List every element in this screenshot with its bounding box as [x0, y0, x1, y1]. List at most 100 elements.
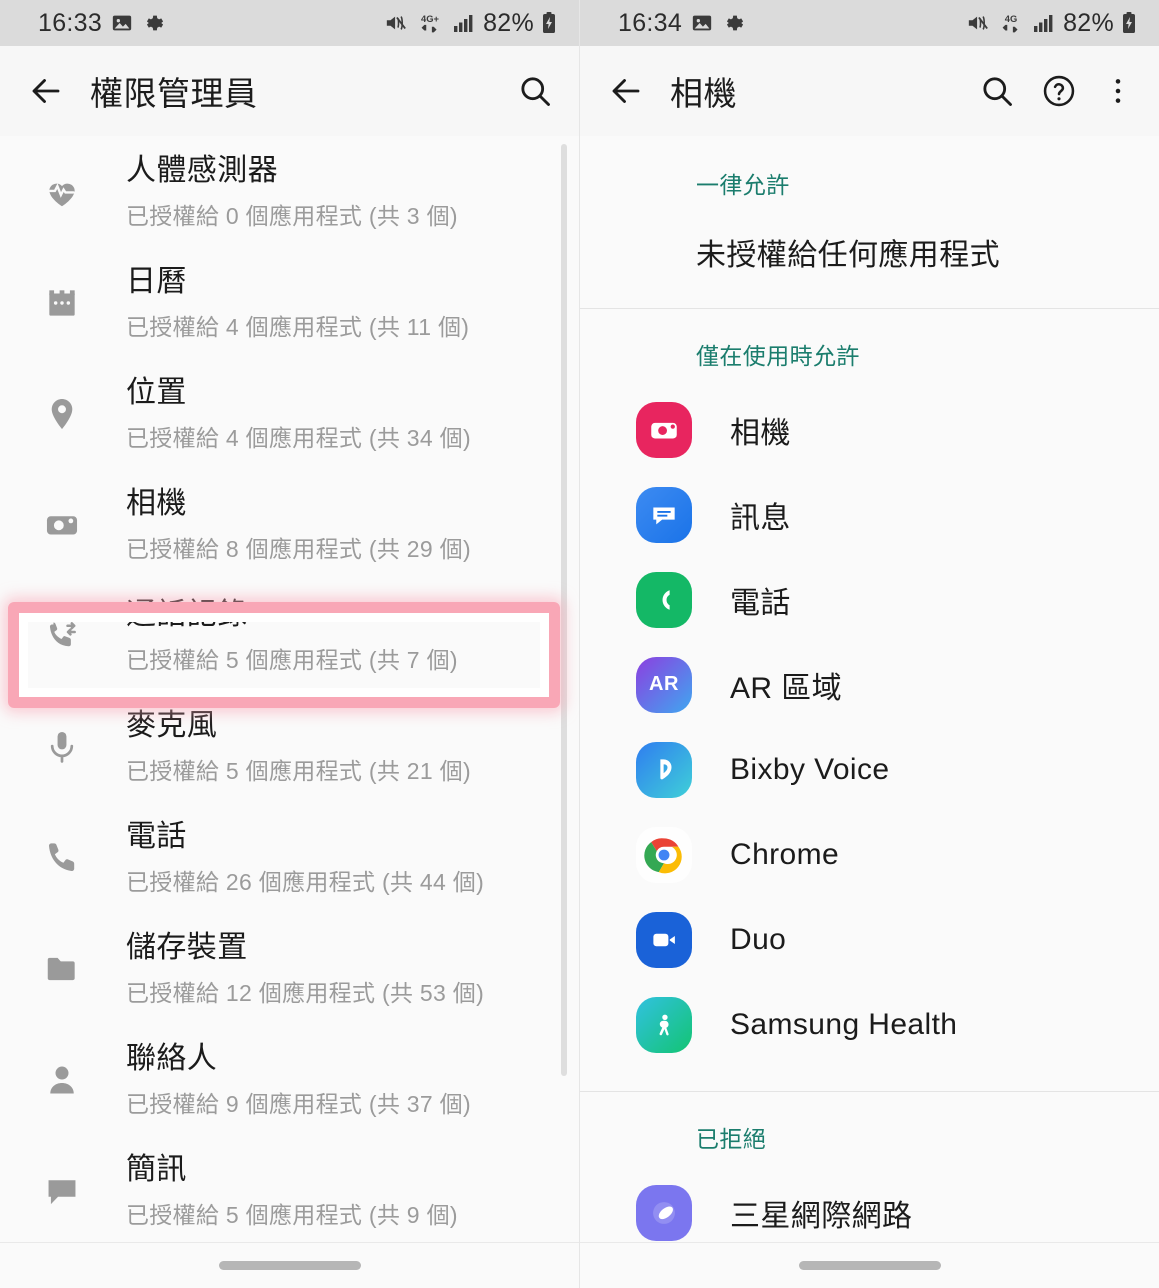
app-name: Samsung Health [730, 1007, 958, 1041]
gesture-home-bar[interactable] [218, 1261, 361, 1270]
left-status-bar: 16:33 4G+ 82% [0, 0, 579, 46]
app-name: 三星網際網路 [730, 1199, 913, 1233]
app-row[interactable]: Duo [580, 897, 1159, 982]
app-name: 訊息 [730, 501, 791, 535]
phone-icon [34, 839, 90, 877]
app-name: Chrome [730, 837, 840, 871]
data-transfer-icon: 4G [997, 11, 1025, 35]
status-bar-clock: 16:34 [618, 8, 683, 37]
left-app-bar: 權限管理員 [0, 46, 579, 136]
section-header-label: 僅在使用時允許 [696, 343, 860, 369]
permission-title: 儲存裝置 [126, 931, 248, 965]
back-arrow-icon[interactable] [28, 73, 64, 109]
location-pin-icon [34, 395, 90, 433]
search-icon[interactable] [979, 73, 1015, 109]
right-screen: 16:34 4G 82% 相機 一律允許 未授權給任何應用程式 僅在使用時允許 … [580, 0, 1159, 1288]
permission-text-block: 電話 已授權給 26 個應用程式 (共 44 個) [126, 818, 484, 897]
permission-row-contacts[interactable]: 聯絡人 已授權給 9 個應用程式 (共 37 個) [0, 1024, 579, 1135]
mute-icon [966, 12, 990, 34]
chrome-icon [636, 826, 692, 883]
permission-row-body-sensors[interactable]: 人體感測器 已授權給 0 個應用程式 (共 3 個) [0, 136, 579, 247]
permission-text-block: 位置 已授權給 4 個應用程式 (共 34 個) [126, 374, 471, 453]
samsung-camera-icon [636, 401, 692, 458]
permission-title: 簡訊 [126, 1153, 187, 1187]
google-duo-icon [636, 911, 692, 968]
permission-title: 通話記錄 [126, 598, 248, 632]
permission-row-calendar[interactable]: 日曆 已授權給 4 個應用程式 (共 11 個) [0, 247, 579, 358]
gear-icon [722, 12, 744, 34]
section-empty-text: 未授權給任何應用程式 [696, 239, 1000, 272]
permission-title: 相機 [126, 487, 187, 521]
permission-row-sms[interactable]: 簡訊 已授權給 5 個應用程式 (共 9 個) [0, 1135, 579, 1246]
help-circle-icon[interactable] [1041, 73, 1077, 109]
permission-text-block: 儲存裝置 已授權給 12 個應用程式 (共 53 個) [126, 929, 484, 1008]
status-bar-left-group: 16:33 [38, 9, 164, 38]
section-always-allow: 一律允許 未授權給任何應用程式 [580, 136, 1159, 308]
gear-icon [142, 12, 164, 34]
app-row[interactable]: Samsung Health [580, 982, 1159, 1067]
data-transfer-icon: 4G+ [415, 11, 445, 35]
back-arrow-icon[interactable] [608, 73, 644, 109]
battery-charging-icon [541, 11, 557, 35]
permission-text-block: 相機 已授權給 8 個應用程式 (共 29 個) [126, 485, 471, 564]
search-icon[interactable] [517, 73, 553, 109]
right-navigation-bar [580, 1242, 1159, 1288]
battery-percent-label: 82% [1063, 8, 1114, 37]
permission-text-block: 人體感測器 已授權給 0 個應用程式 (共 3 個) [126, 152, 458, 231]
permission-row-microphone[interactable]: 麥克風 已授權給 5 個應用程式 (共 21 個) [0, 691, 579, 802]
permission-row-location[interactable]: 位置 已授權給 4 個應用程式 (共 34 個) [0, 358, 579, 469]
permission-text-block: 簡訊 已授權給 5 個應用程式 (共 9 個) [126, 1151, 458, 1230]
dual-screenshot-container: 16:33 4G+ 82% 權限管理員 人體感測器 已授權給 0 個應用程式 (… [0, 0, 1159, 1288]
ar-zone-icon: AR [636, 656, 692, 713]
permission-row-call-log[interactable]: 通話記錄 已授權給 5 個應用程式 (共 7 個) [0, 580, 579, 691]
permission-list: 人體感測器 已授權給 0 個應用程式 (共 3 個) 日曆 已授權給 4 個應用… [0, 136, 579, 1288]
permission-subtitle: 已授權給 4 個應用程式 (共 34 個) [126, 424, 471, 451]
app-name: AR 區域 [730, 671, 843, 705]
app-name: Duo [730, 922, 787, 956]
app-row[interactable]: AR AR 區域 [580, 642, 1159, 727]
network-type-label: 4G [1005, 14, 1017, 24]
permission-subtitle: 已授權給 12 個應用程式 (共 53 個) [126, 979, 485, 1006]
app-name: Bixby Voice [730, 752, 890, 786]
image-icon [111, 12, 133, 34]
page-title: 相機 [670, 75, 737, 112]
network-type-label: 4G+ [421, 14, 439, 24]
mute-icon [384, 12, 408, 34]
section-allow-while-in-use: 僅在使用時允許 相機 訊息 電話 AR AR 區域 Bixby Voice Ch… [580, 309, 1159, 1067]
image-icon [691, 12, 713, 34]
bixby-icon [636, 741, 692, 798]
app-row[interactable]: 訊息 [580, 472, 1159, 557]
battery-percent-label: 82% [483, 8, 534, 37]
scrollbar-thumb[interactable] [561, 144, 567, 1076]
permission-row-storage[interactable]: 儲存裝置 已授權給 12 個應用程式 (共 53 個) [0, 913, 579, 1024]
signal-icon [1032, 12, 1056, 34]
app-name: 電話 [730, 586, 791, 620]
app-row[interactable]: Bixby Voice [580, 727, 1159, 812]
call-log-icon [34, 617, 90, 655]
permission-title: 人體感測器 [126, 154, 278, 188]
left-appbar-actions [517, 73, 553, 109]
permission-text-block: 麥克風 已授權給 5 個應用程式 (共 21 個) [126, 707, 471, 786]
app-row[interactable]: 相機 [580, 387, 1159, 472]
permission-row-phone[interactable]: 電話 已授權給 26 個應用程式 (共 44 個) [0, 802, 579, 913]
app-row[interactable]: 電話 [580, 557, 1159, 642]
app-row[interactable]: Chrome [580, 812, 1159, 897]
more-vertical-icon[interactable] [1103, 73, 1133, 109]
permission-text-block: 通話記錄 已授權給 5 個應用程式 (共 7 個) [126, 596, 458, 675]
permission-subtitle: 已授權給 5 個應用程式 (共 7 個) [126, 646, 458, 673]
samsung-health-icon [636, 996, 692, 1053]
permission-row-camera[interactable]: 相機 已授權給 8 個應用程式 (共 29 個) [0, 469, 579, 580]
signal-icon [452, 12, 476, 34]
permission-subtitle: 已授權給 8 個應用程式 (共 29 個) [126, 535, 471, 562]
camera-icon [34, 506, 90, 544]
battery-charging-icon [1121, 11, 1137, 35]
permission-subtitle: 已授權給 9 個應用程式 (共 37 個) [126, 1090, 471, 1117]
status-bar-left-group: 16:34 [618, 9, 744, 38]
permission-subtitle: 已授權給 4 個應用程式 (共 11 個) [126, 313, 470, 340]
gesture-home-bar[interactable] [798, 1261, 941, 1270]
right-appbar-actions [979, 73, 1133, 109]
body-sensor-icon [34, 173, 90, 211]
section-header-label: 已拒絕 [696, 1126, 767, 1152]
permission-title: 日曆 [126, 265, 187, 299]
samsung-messages-icon [636, 486, 692, 543]
